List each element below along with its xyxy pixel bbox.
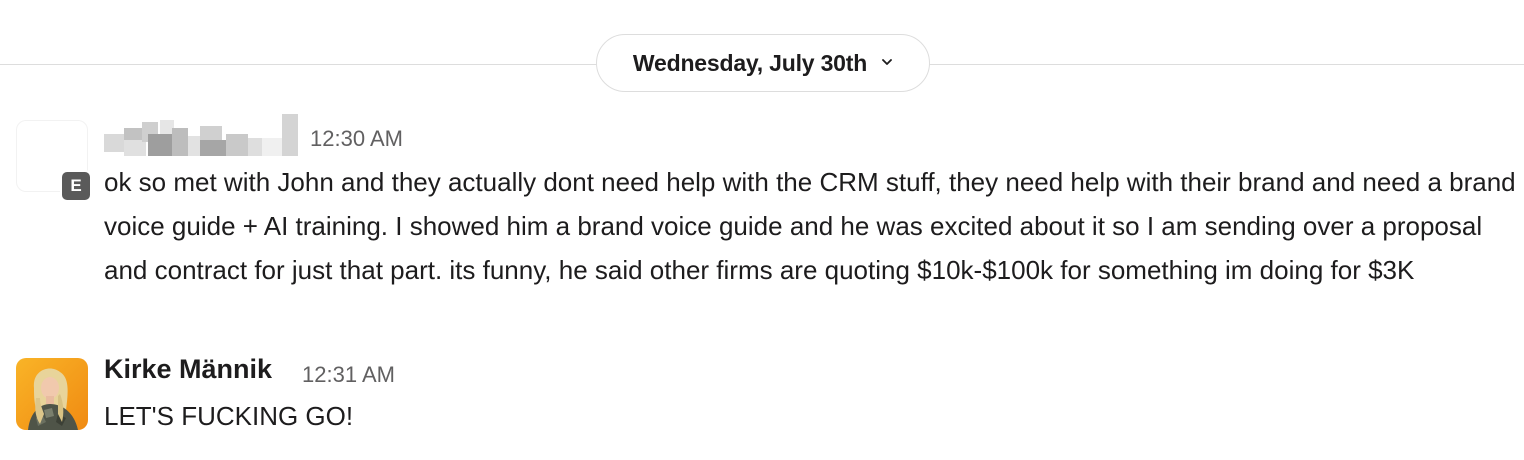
avatar[interactable] [16, 358, 88, 430]
redacted-sender-name[interactable] [104, 114, 298, 156]
date-divider-button[interactable]: Wednesday, July 30th [596, 34, 930, 92]
message-timestamp[interactable]: 12:31 AM [302, 362, 395, 388]
chevron-down-icon [882, 59, 892, 65]
avatar-photo-image [16, 358, 88, 430]
message-body: LET'S FUCKING GO! [104, 401, 354, 431]
message-body: ok so met with John and they actually do… [104, 167, 1516, 285]
date-divider-label: Wednesday, July 30th [632, 49, 868, 76]
sender-name[interactable]: Kirke Männik [104, 354, 272, 385]
message-pane: Wednesday, July 30th E 12:30 AM ok so me… [0, 0, 1524, 460]
external-org-badge: E [60, 170, 92, 202]
message-timestamp[interactable]: 12:30 AM [310, 126, 403, 152]
